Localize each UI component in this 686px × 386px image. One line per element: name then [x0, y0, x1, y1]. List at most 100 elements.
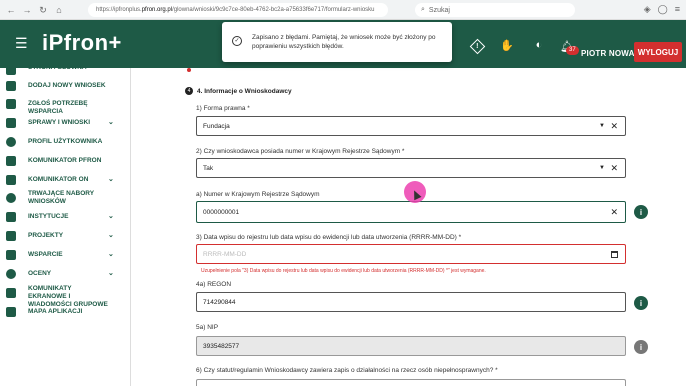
sidebar-item-label: KOMUNIKATOR PFRON [28, 157, 102, 164]
sidebar-item-label: OCENY [28, 270, 52, 277]
person-icon [6, 231, 16, 241]
regon-label: 4a) REGON [196, 281, 232, 288]
sidebar: STRONA GŁÓWNA DODAJ NOWY WNIOSEK ZGŁOŚ P… [0, 64, 131, 386]
chevron-down-icon: ⌄ [108, 232, 114, 239]
logout-button[interactable]: WYLOGUJ [634, 42, 682, 62]
sidebar-item-label: INSTYTUCJE [28, 213, 69, 220]
statute-question-select[interactable] [196, 379, 626, 386]
sidebar-item-label: WSPARCIE [28, 251, 63, 258]
sidebar-item-announcements[interactable]: KOMUNIKATY EKRANOWE I WIADOMOŚCI GRUPOWE [0, 283, 131, 308]
sidebar-item-app-map[interactable]: MAPA APLIKACJI [0, 306, 131, 318]
step-number: 4 [185, 87, 193, 95]
statute-question-label: 6) Czy statut/regulamin Wnioskodawcy zaw… [196, 367, 498, 374]
search-icon: ⌕ [421, 6, 425, 13]
section-title: 4. Informacje o Wnioskodawcy [197, 88, 292, 95]
back-arrow-icon[interactable]: ← [6, 5, 16, 15]
required-marker [187, 68, 191, 72]
nip-label: 5a) NIP [196, 324, 219, 331]
browser-search-input[interactable]: ⌕ Szukaj [415, 3, 575, 17]
registration-date-placeholder: RRRR-MM-DD [203, 250, 247, 258]
check-circle-icon: ✓ [232, 36, 242, 46]
sidebar-item-home[interactable]: STRONA GŁÓWNA [0, 64, 131, 75]
sidebar-item-report-need[interactable]: ZGŁOŚ POTRZEBĘ WSPARCIA [0, 98, 131, 115]
krs-number-value: 0000000001 [203, 208, 240, 216]
home-icon [6, 65, 16, 75]
browser-icons: ◈ ◯ ≡ [644, 4, 680, 15]
sidebar-item-label: DODAJ NOWY WNIOSEK [28, 82, 106, 89]
sidebar-item-ratings[interactable]: OCENY ⌄ [0, 268, 131, 280]
sidebar-item-label: STRONA GŁÓWNA [28, 64, 87, 71]
toast-message: Zapisano z błędami. Pamiętaj, że wniosek… [252, 34, 436, 50]
app-logo[interactable]: iPfron+ [42, 30, 122, 56]
regon-input[interactable]: 714290844 [196, 292, 626, 312]
chevron-down-icon: ⌄ [108, 270, 114, 277]
registration-date-error: Uzupełnienie pola "3) Data wpisu do reje… [201, 268, 486, 274]
clear-icon[interactable]: ✕ [610, 163, 618, 174]
krs-question-select[interactable]: Tak ▼ ✕ [196, 158, 626, 178]
sidebar-item-pfron-messenger[interactable]: KOMUNIKATOR PFRON [0, 155, 131, 167]
nip-value: 3935482577 [203, 342, 240, 350]
forward-arrow-icon[interactable]: → [22, 5, 32, 15]
hamburger-menu-icon[interactable]: ☰ [15, 36, 28, 50]
sidebar-item-institutions[interactable]: INSTYTUCJE ⌄ [0, 211, 131, 223]
clock-icon [6, 193, 16, 203]
dropdown-arrow-icon[interactable]: ▼ [599, 165, 605, 171]
sidebar-item-ongoing-calls[interactable]: TRWAJĄCE NABORY WNIOSKÓW [0, 188, 131, 208]
sidebar-item-new-application[interactable]: DODAJ NOWY WNIOSEK [0, 80, 131, 92]
dropdown-arrow-icon[interactable]: ▼ [599, 123, 605, 129]
url-prefix: https://ipfronplus. [96, 7, 142, 13]
clear-icon[interactable]: ✕ [610, 121, 618, 132]
save-warning-toast: ✓ Zapisano z błędami. Pamiętaj, że wnios… [222, 22, 452, 62]
sidebar-item-profile[interactable]: PROFIL UŻYTKOWNIKA [0, 136, 131, 148]
sidebar-item-support[interactable]: WSPARCIE ⌄ [0, 249, 131, 261]
url-domain: pfron.org.pl [141, 7, 173, 13]
krs-question-label: 2) Czy wnioskodawca posiada numer w Kraj… [196, 148, 405, 155]
regon-value: 714290844 [203, 298, 236, 306]
registration-date-label: 3) Data wpisu do rejestru lub data wpisu… [196, 234, 462, 241]
sidebar-item-label: SPRAWY I WNIOSKI [28, 119, 90, 126]
handshake-icon [6, 250, 16, 260]
calendar-icon[interactable] [611, 250, 618, 258]
registration-date-input[interactable]: RRRR-MM-DD [196, 244, 626, 264]
info-icon[interactable]: i [634, 296, 648, 310]
info-icon[interactable]: i [634, 340, 648, 354]
legal-form-select[interactable]: Fundacja ▼ ✕ [196, 116, 626, 136]
sidebar-item-label: TRWAJĄCE NABORY WNIOSKÓW [28, 190, 94, 205]
info-icon[interactable]: i [634, 205, 648, 219]
sidebar-item-on-messenger[interactable]: KOMUNIKATOR ON ⌄ [0, 174, 131, 186]
chevron-down-icon: ⌄ [108, 251, 114, 258]
account-icon[interactable]: ◯ [658, 4, 668, 15]
user-name[interactable]: PIOTR NOWAK [581, 49, 641, 58]
sidebar-item-label: ZGŁOŚ POTRZEBĘ WSPARCIA [28, 100, 88, 115]
chevron-down-icon: ⌄ [108, 119, 114, 126]
reload-icon[interactable]: ↻ [38, 5, 48, 15]
sidebar-item-label: MAPA APLIKACJI [28, 308, 83, 315]
sidebar-item-label: PROFIL UŻYTKOWNIKA [28, 138, 103, 145]
address-bar[interactable]: https://ipfronplus. pfron.org.pl/glowna/w… [88, 3, 388, 17]
warning-icon[interactable]: ! [469, 38, 486, 55]
star-icon [6, 269, 16, 279]
url-path: /glowna/wnioski/9c9c7ce-80eb-4762-bc2a-a… [172, 7, 375, 13]
chat-icon [6, 175, 16, 185]
screen: ← → ↻ ⌂ https://ipfronplus. pfron.org.pl /… [0, 0, 686, 386]
nip-input: 3935482577 [196, 336, 626, 356]
shield-icon[interactable]: ◈ [644, 4, 651, 15]
form-main: 4 4. Informacje o Wnioskodawcy 1) Forma … [131, 68, 686, 386]
legal-form-label: 1) Forma prawna * [196, 105, 250, 112]
menu-icon[interactable]: ≡ [675, 4, 680, 15]
megaphone-icon [6, 288, 16, 298]
sign-language-icon[interactable]: ✋ [500, 38, 514, 52]
sidebar-item-cases[interactable]: SPRAWY I WNIOSKI ⌄ [0, 117, 131, 129]
chevron-down-icon: ⌄ [108, 176, 114, 183]
accessibility-icon[interactable]: ◐ [532, 38, 546, 52]
document-plus-icon [6, 81, 16, 91]
krs-number-input[interactable]: 0000000001 ✕ [196, 201, 626, 223]
sidebar-item-projects[interactable]: PROJEKTY ⌄ [0, 230, 131, 242]
alert-icon [6, 99, 16, 109]
briefcase-icon [6, 118, 16, 128]
clear-icon[interactable]: ✕ [610, 207, 618, 218]
home-icon[interactable]: ⌂ [54, 5, 64, 15]
krs-question-value: Tak [203, 164, 214, 172]
sidebar-item-label: PROJEKTY [28, 232, 64, 239]
krs-number-label: a) Numer w Krajowym Rejestrze Sądowym [196, 191, 320, 198]
